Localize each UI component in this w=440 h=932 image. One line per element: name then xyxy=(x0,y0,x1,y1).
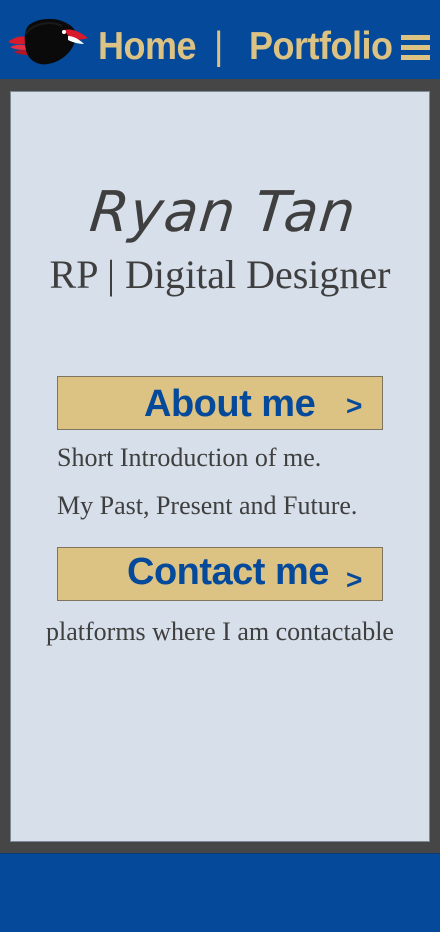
top-nav-bar: Home | Portfolio xyxy=(0,0,440,79)
about-description-line: Short Introduction of me. xyxy=(57,443,322,472)
menu-icon-bar xyxy=(401,35,430,40)
nav-separator: | xyxy=(214,23,223,68)
menu-icon-bar xyxy=(401,45,430,50)
contact-me-button-label: Contact me xyxy=(127,551,329,593)
nav-home-link[interactable]: Home xyxy=(98,20,197,72)
contact-description-line: platforms where I am contactable xyxy=(46,617,394,646)
footer-bar xyxy=(0,853,440,932)
nav-portfolio-link[interactable]: Portfolio xyxy=(249,20,393,72)
profile-role: RP | Digital Designer xyxy=(49,252,391,297)
about-description-line: My Past, Present and Future. xyxy=(57,491,358,520)
contact-me-button[interactable]: Contact me > xyxy=(57,547,383,601)
menu-icon-bar xyxy=(401,55,430,60)
chevron-right-icon: > xyxy=(346,390,363,421)
profile-name: Ryan Tan xyxy=(86,180,360,245)
about-me-button[interactable]: About me > xyxy=(57,376,383,430)
eagle-logo-icon[interactable] xyxy=(6,14,90,72)
chevron-right-icon: > xyxy=(346,564,363,595)
hamburger-menu-icon[interactable] xyxy=(401,35,430,61)
about-me-button-label: About me xyxy=(144,383,316,425)
